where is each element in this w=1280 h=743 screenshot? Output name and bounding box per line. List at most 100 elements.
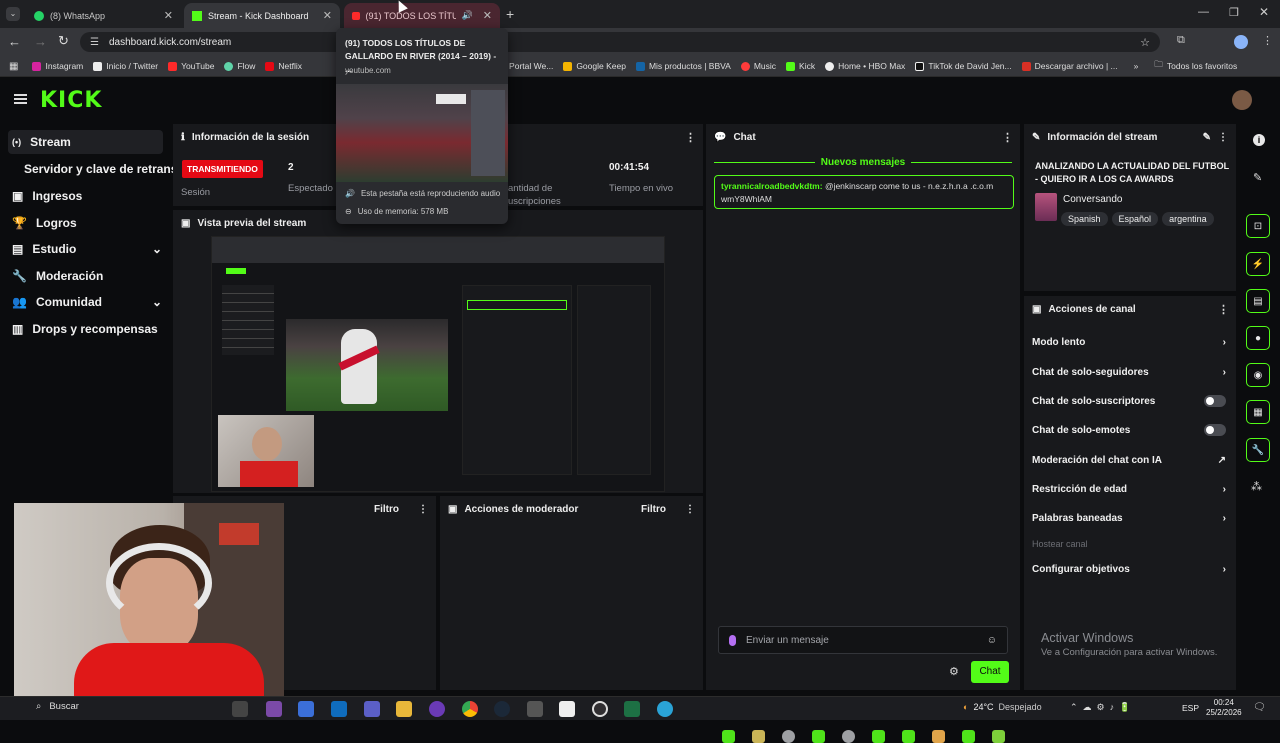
site-info-icon[interactable]: ☰	[90, 37, 99, 48]
clipboard-icon[interactable]: ▤	[1246, 289, 1270, 313]
category-name[interactable]: Conversando	[1063, 194, 1122, 205]
bookmark[interactable]: Home • HBO Max	[825, 61, 905, 71]
tab-list-chevron-icon[interactable]: ⌄	[6, 7, 20, 21]
all-bookmarks[interactable]: 🗀 Todos los favoritos	[1154, 59, 1237, 73]
emote-icon[interactable]	[932, 730, 945, 743]
bookmark[interactable]: YouTube	[168, 61, 214, 71]
maximize-button[interactable]: ❐	[1229, 6, 1239, 19]
nav-ingresos[interactable]: ▣ Ingresos	[12, 184, 82, 208]
emote-icon[interactable]	[962, 730, 975, 743]
capcut-icon[interactable]	[559, 701, 575, 717]
subscribers-only-toggle[interactable]	[1204, 395, 1226, 407]
obs-icon[interactable]	[592, 701, 608, 717]
nav-estudio[interactable]: ▤ Estudio ⌄	[12, 237, 162, 261]
chrome-icon[interactable]	[462, 701, 478, 717]
chat-message[interactable]: tyrannicalroadbedvkdtm: @jenkinscarp com…	[714, 175, 1014, 209]
kick-logo[interactable]: KICK	[40, 88, 102, 113]
url-field[interactable]: ☰ dashboard.kick.com/stream ☆	[80, 32, 1160, 52]
language-indicator[interactable]: ESP	[1182, 703, 1199, 713]
emotes-only-toggle[interactable]	[1204, 424, 1226, 436]
emote-icon[interactable]	[992, 730, 1005, 743]
action-ai-moderation[interactable]: Moderación del chat con IA ↗	[1032, 450, 1226, 470]
filter-button[interactable]: Filtro	[374, 504, 399, 515]
close-tab-icon[interactable]: ✕	[164, 9, 173, 22]
filter-button[interactable]: Filtro	[641, 504, 666, 515]
extensions-icon[interactable]: ⧉	[1177, 34, 1185, 47]
close-tab-icon[interactable]: ✕	[483, 9, 492, 22]
reload-icon[interactable]: ↻	[58, 33, 69, 49]
nav-server-key[interactable]: Servidor y clave de retransm	[24, 157, 188, 181]
calculator-icon[interactable]	[527, 701, 543, 717]
bookmark[interactable]: Music	[740, 61, 776, 71]
speaker-icon[interactable]: 🔊	[462, 10, 473, 21]
chat-send-button[interactable]: Chat	[971, 661, 1009, 683]
info-rail-icon[interactable]: i	[1253, 134, 1265, 146]
microphone-icon[interactable]	[729, 634, 736, 646]
edit-rail-icon[interactable]: ✎	[1253, 171, 1262, 184]
nav-drops[interactable]: ▥ Drops y recompensas	[12, 317, 158, 341]
forward-icon[interactable]: →	[34, 34, 47, 49]
user-avatar[interactable]	[1232, 90, 1252, 110]
tag[interactable]: Español	[1111, 212, 1159, 226]
screen-capture-icon[interactable]: ⊡	[1246, 214, 1270, 238]
tab-kick-dashboard[interactable]: Stream - Kick Dashboard ✕	[184, 3, 340, 28]
nav-stream[interactable]: (•) Stream	[8, 130, 163, 154]
apps-grid-icon[interactable]: ▦	[9, 61, 18, 72]
emoji-icon[interactable]: ☺	[987, 635, 997, 646]
back-icon[interactable]: ←	[8, 34, 21, 49]
emote-icon[interactable]	[722, 730, 735, 743]
emote-icon[interactable]	[812, 730, 825, 743]
tag[interactable]: Spanish	[1061, 212, 1108, 226]
emote-icon[interactable]	[842, 730, 855, 743]
app-icon[interactable]	[298, 701, 314, 717]
more-options-icon[interactable]: ⋮	[685, 504, 695, 515]
chat-rail-icon[interactable]: ●	[1246, 326, 1270, 350]
chat-settings-icon[interactable]: ⚙	[949, 665, 959, 678]
more-options-icon[interactable]: ⋮	[1002, 131, 1013, 144]
bookmark[interactable]: Mis productos | BBVA	[635, 61, 731, 71]
close-window-button[interactable]: ✕	[1259, 5, 1269, 19]
action-followers-only[interactable]: Chat de solo-seguidores ›	[1032, 362, 1226, 382]
tray-icons[interactable]: ⌃☁⚙♪🔋	[1070, 702, 1135, 713]
more-options-icon[interactable]: ⋮	[418, 504, 428, 515]
more-options-icon[interactable]: ⋮	[1218, 303, 1229, 316]
more-options-icon[interactable]: ⋮	[685, 131, 696, 144]
bookmark[interactable]: Google Keep	[563, 61, 626, 71]
minimize-button[interactable]: —	[1198, 6, 1209, 18]
action-slow-mode[interactable]: Modo lento ›	[1032, 332, 1226, 352]
weather-widget[interactable]: ◐ 24°C Despejado	[963, 702, 1042, 712]
action-age-restriction[interactable]: Restricción de edad ›	[1032, 479, 1226, 499]
profile-avatar-icon[interactable]	[1234, 35, 1248, 49]
tab-whatsapp[interactable]: (8) WhatsApp ✕	[26, 3, 181, 28]
notification-icon[interactable]: 🗨	[1253, 702, 1266, 713]
emote-icon[interactable]	[872, 730, 885, 743]
bookmark[interactable]: Flow	[224, 61, 255, 71]
edit-icon[interactable]: ✎	[1203, 132, 1211, 143]
chat-username[interactable]: tyrannicalroadbedvkdtm:	[721, 181, 823, 191]
hamburger-menu-icon[interactable]	[14, 94, 27, 104]
bookmark[interactable]: Instagram	[32, 61, 83, 71]
excel-icon[interactable]	[624, 701, 640, 717]
file-explorer-icon[interactable]	[396, 701, 412, 717]
action-goals[interactable]: Configurar objetivos ›	[1032, 559, 1226, 579]
app-icon[interactable]	[429, 701, 445, 717]
nav-logros[interactable]: 🏆 Logros	[12, 211, 77, 235]
bookmark[interactable]: Kick	[786, 61, 815, 71]
emote-icon[interactable]	[902, 730, 915, 743]
teams-icon[interactable]	[364, 701, 380, 717]
clock[interactable]: 00:24 25/2/2026	[1206, 698, 1242, 718]
bookmark[interactable]: Descargar archivo | ...	[1021, 61, 1118, 71]
emote-icon[interactable]	[752, 730, 765, 743]
edge-icon[interactable]	[657, 701, 673, 717]
app-icon[interactable]	[266, 701, 282, 717]
bookmark[interactable]: Netflix	[265, 61, 302, 71]
task-view-icon[interactable]	[232, 701, 248, 717]
start-search[interactable]: ⌕ Buscar	[36, 701, 79, 712]
broadcast-rail-icon[interactable]: ◉	[1246, 363, 1270, 387]
bookmark-star-icon[interactable]: ☆	[1140, 36, 1150, 49]
more-options-icon[interactable]: ⋮	[1218, 132, 1228, 143]
community-rail-icon[interactable]: ⁂	[1251, 480, 1262, 493]
emote-icon[interactable]	[782, 730, 795, 743]
nav-moderacion[interactable]: 🔧 Moderación	[12, 264, 103, 288]
new-tab-button[interactable]: +	[506, 6, 514, 22]
